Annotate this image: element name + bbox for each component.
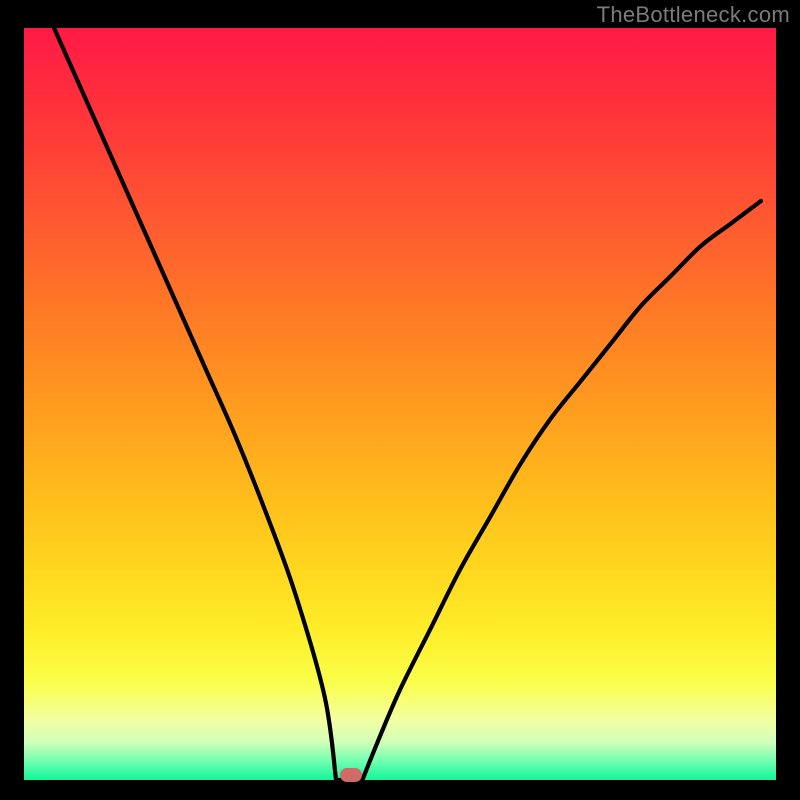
chart-frame: TheBottleneck.com (0, 0, 800, 800)
optimal-point-marker (340, 768, 362, 782)
plot-area (24, 28, 776, 780)
watermark-text: TheBottleneck.com (597, 2, 790, 28)
bottleneck-curve (24, 28, 776, 780)
